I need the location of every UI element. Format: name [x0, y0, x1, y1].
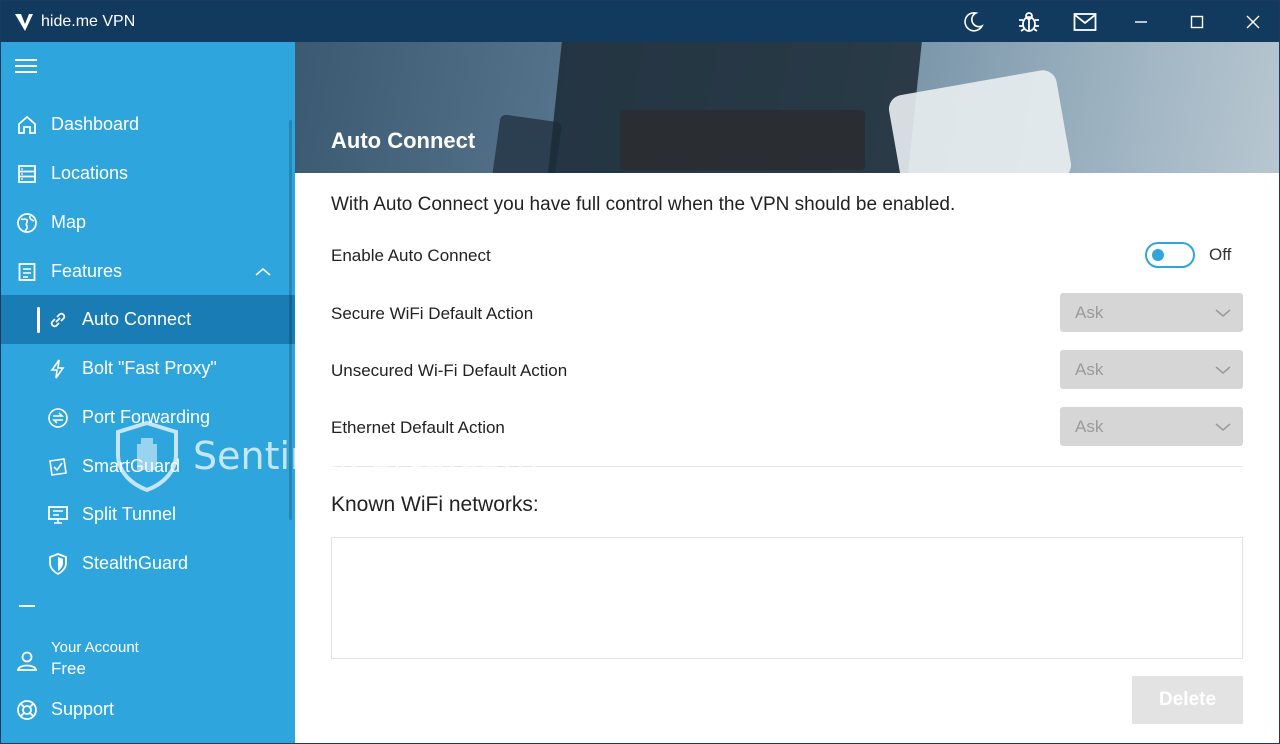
- sidebar-item-auto-connect[interactable]: Auto Connect: [1, 295, 295, 344]
- enable-auto-connect-label: Enable Auto Connect: [331, 246, 491, 265]
- hamburger-menu-icon[interactable]: [15, 59, 39, 77]
- header-banner: Auto Connect: [295, 42, 1279, 173]
- sidebar-item-label: Port Forwarding: [82, 407, 211, 427]
- monitor-icon: [47, 504, 69, 526]
- main-content: Auto Connect With Auto Connect you have …: [295, 42, 1279, 743]
- mail-icon[interactable]: [1057, 1, 1113, 42]
- sidebar-item-label: Auto Connect: [82, 309, 192, 329]
- chevron-up-icon[interactable]: [255, 261, 271, 282]
- chevron-down-icon: [1215, 362, 1231, 380]
- page-description: With Auto Connect you have full control …: [331, 194, 956, 215]
- account-label: Your Account: [51, 639, 139, 656]
- sidebar-item-label: Bolt "Fast Proxy": [82, 358, 217, 378]
- smartguard-icon: [47, 456, 69, 478]
- bolt-icon: [47, 358, 69, 380]
- sidebar-item-label: Locations: [51, 163, 129, 183]
- hideme-logo-icon: [13, 11, 35, 33]
- minimize-icon[interactable]: [1113, 1, 1169, 42]
- dark-mode-moon-icon[interactable]: [945, 1, 1001, 42]
- sidebar-item-smartguard[interactable]: SmartGuard: [1, 442, 295, 491]
- port-forward-icon: [47, 407, 69, 429]
- document-icon: [16, 261, 38, 283]
- shield-icon: [47, 552, 69, 575]
- app-window: hide.me VPN Dashboard Locations Map Feat…: [0, 0, 1280, 744]
- sidebar-item-label: Support: [51, 699, 115, 719]
- close-icon[interactable]: [1225, 1, 1279, 42]
- sidebar-item-label: Map: [51, 212, 87, 232]
- sidebar: Dashboard Locations Map Features Auto Co…: [1, 42, 295, 743]
- delete-button[interactable]: Delete: [1132, 676, 1243, 724]
- ethernet-dropdown[interactable]: Ask: [1060, 407, 1243, 446]
- section-divider: [331, 466, 1243, 467]
- sidebar-item-account[interactable]: Your Account Free: [1, 637, 295, 687]
- link-icon: [47, 309, 69, 331]
- chevron-down-icon: [1215, 419, 1231, 437]
- sidebar-item-label: Dashboard: [51, 114, 140, 134]
- known-networks-list[interactable]: [331, 537, 1243, 659]
- sidebar-item-label: StealthGuard: [82, 553, 189, 573]
- page-title: Auto Connect: [331, 128, 476, 153]
- lifebuoy-icon: [16, 699, 38, 721]
- sidebar-item-support[interactable]: Support: [1, 685, 295, 734]
- banner-keyboard-image: [620, 110, 865, 170]
- sidebar-item-dashboard[interactable]: Dashboard: [1, 100, 295, 149]
- secure-wifi-label: Secure WiFi Default Action: [331, 304, 534, 323]
- active-indicator: [37, 307, 40, 333]
- sidebar-item-split-tunnel[interactable]: Split Tunnel: [1, 490, 295, 539]
- toggle-state-label: Off: [1209, 245, 1232, 264]
- sidebar-divider: [19, 605, 35, 607]
- app-title: hide.me VPN: [41, 12, 136, 30]
- dropdown-value: Ask: [1075, 360, 1104, 379]
- dropdown-value: Ask: [1075, 303, 1104, 322]
- sidebar-item-label: Features: [51, 261, 123, 281]
- unsecured-wifi-label: Unsecured Wi-Fi Default Action: [331, 361, 568, 380]
- maximize-icon[interactable]: [1169, 1, 1225, 42]
- chevron-down-icon: [1215, 305, 1231, 323]
- secure-wifi-dropdown[interactable]: Ask: [1060, 293, 1243, 332]
- sidebar-item-port-forwarding[interactable]: Port Forwarding: [1, 393, 295, 442]
- sidebar-item-stealthguard[interactable]: StealthGuard: [1, 539, 295, 588]
- ethernet-label: Ethernet Default Action: [331, 418, 505, 437]
- sidebar-item-label: Split Tunnel: [82, 504, 177, 524]
- sidebar-item-label: SmartGuard: [82, 456, 181, 476]
- sidebar-item-locations[interactable]: Locations: [1, 149, 295, 198]
- account-plan: Free: [51, 659, 86, 678]
- dropdown-value: Ask: [1075, 417, 1104, 436]
- sidebar-scrollbar[interactable]: [289, 120, 292, 520]
- unsecured-wifi-dropdown[interactable]: Ask: [1060, 350, 1243, 389]
- home-icon: [16, 114, 38, 136]
- toggle-knob: [1152, 249, 1164, 261]
- user-icon: [16, 650, 38, 677]
- known-networks-title: Known WiFi networks:: [331, 493, 539, 516]
- sidebar-item-features[interactable]: Features: [1, 247, 295, 296]
- sidebar-item-bolt-fast-proxy[interactable]: Bolt "Fast Proxy": [1, 344, 295, 393]
- title-bar: hide.me VPN: [1, 1, 1279, 42]
- enable-auto-connect-toggle[interactable]: [1145, 242, 1195, 268]
- bug-report-icon[interactable]: [1001, 1, 1057, 42]
- globe-icon: [16, 212, 38, 234]
- server-list-icon: [16, 163, 38, 185]
- sidebar-item-map[interactable]: Map: [1, 198, 295, 247]
